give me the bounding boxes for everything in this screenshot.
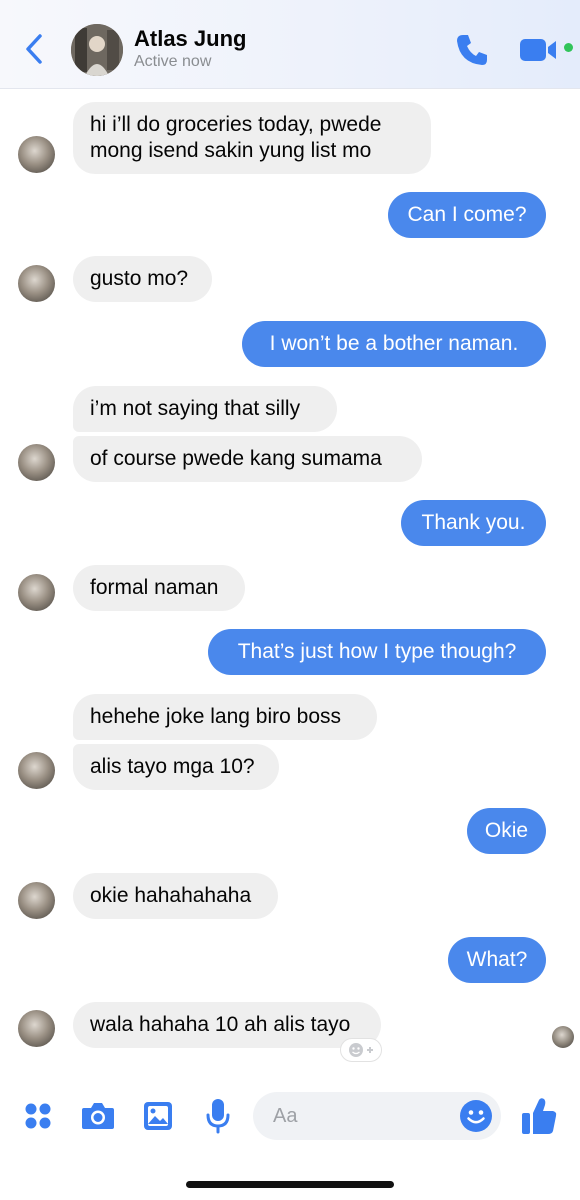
home-indicator <box>186 1181 394 1188</box>
video-call-button[interactable] <box>518 36 560 64</box>
outgoing-message[interactable]: That’s just how I type though? <box>208 629 546 675</box>
sender-avatar[interactable] <box>18 136 55 173</box>
incoming-message[interactable]: okie hahahahaha <box>73 873 278 919</box>
audio-call-button[interactable] <box>454 32 490 68</box>
seen-indicator-avatar <box>552 1026 574 1048</box>
message-text: That’s just how I type though? <box>237 640 517 663</box>
emoji-button[interactable] <box>459 1099 493 1133</box>
sender-avatar[interactable] <box>18 265 55 302</box>
message-text: okie hahahahaha <box>90 884 252 907</box>
camera-button[interactable] <box>80 1100 116 1132</box>
sender-avatar[interactable] <box>18 882 55 919</box>
outgoing-message[interactable]: Thank you. <box>401 500 546 546</box>
incoming-message[interactable]: of course pwede kang sumama <box>73 436 422 482</box>
add-reaction-button[interactable] <box>340 1038 382 1062</box>
incoming-message[interactable]: alis tayo mga 10? <box>73 744 279 790</box>
message-text: Okie <box>484 819 529 842</box>
incoming-message[interactable]: hi i’ll do groceries today, pwede mong i… <box>73 102 431 174</box>
active-status: Active now <box>134 53 212 70</box>
menu-button[interactable] <box>22 1100 54 1132</box>
message-text: hi i’ll do groceries today, pwede mong i… <box>90 113 382 162</box>
contact-name[interactable]: Atlas Jung <box>134 26 246 52</box>
message-text: I won’t be a bother naman. <box>269 332 519 355</box>
message-text: i’m not saying that silly <box>90 397 301 420</box>
sender-avatar[interactable] <box>18 1010 55 1047</box>
chevron-left-icon <box>26 34 42 64</box>
incoming-message[interactable]: i’m not saying that silly <box>73 386 337 432</box>
like-button[interactable] <box>520 1096 558 1136</box>
message-text: wala hahaha 10 ah alis tayo <box>90 1013 351 1036</box>
menu-grid-icon <box>25 1103 51 1129</box>
incoming-message[interactable]: hehehe joke lang biro boss <box>73 694 377 740</box>
message-text: What? <box>466 948 528 971</box>
message-text: Thank you. <box>421 511 526 534</box>
outgoing-message[interactable]: Can I come? <box>388 192 546 238</box>
incoming-message[interactable]: wala hahaha 10 ah alis tayo <box>73 1002 381 1048</box>
message-text: formal naman <box>90 576 219 599</box>
contact-avatar[interactable] <box>71 24 123 76</box>
video-camera-icon <box>520 39 556 61</box>
back-button[interactable] <box>20 30 50 68</box>
phone-icon <box>457 35 487 65</box>
message-text: hehehe joke lang biro boss <box>90 705 342 728</box>
message-text: of course pwede kang sumama <box>90 447 382 470</box>
camera-icon <box>82 1103 114 1129</box>
microphone-icon <box>206 1099 230 1134</box>
thumbs-up-icon <box>522 1098 557 1134</box>
outgoing-message[interactable]: I won’t be a bother naman. <box>242 321 546 367</box>
smiley-icon <box>460 1100 492 1132</box>
voice-button[interactable] <box>204 1097 232 1135</box>
message-thread: hi i’ll do groceries today, pwede mong i… <box>0 88 580 1068</box>
incoming-message[interactable]: formal naman <box>73 565 245 611</box>
sender-avatar[interactable] <box>18 444 55 481</box>
chat-header: Atlas Jung Active now <box>0 0 580 89</box>
incoming-message[interactable]: gusto mo? <box>73 256 212 302</box>
sender-avatar[interactable] <box>18 574 55 611</box>
photo-gallery-icon <box>144 1102 172 1130</box>
gallery-button[interactable] <box>142 1100 174 1132</box>
message-text: Can I come? <box>407 203 527 226</box>
message-text: gusto mo? <box>90 267 189 290</box>
online-indicator <box>564 43 573 52</box>
add-reaction-icon <box>349 1043 373 1057</box>
sender-avatar[interactable] <box>18 752 55 789</box>
message-text: alis tayo mga 10? <box>90 755 255 778</box>
outgoing-message[interactable]: What? <box>448 937 546 983</box>
outgoing-message[interactable]: Okie <box>467 808 546 854</box>
